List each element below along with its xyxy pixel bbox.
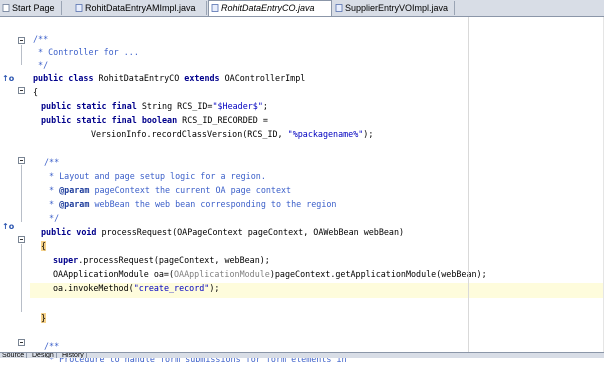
code-line: VersionInfo.recordClassVersion(RCS_ID, "… [91,127,373,142]
code-text: OAControllerImpl [219,73,306,83]
fold-guide [21,165,22,222]
code-text: OAApplicationModule oa=( [53,269,175,279]
code-text: )pageContext.getApplicationModule(webBea… [269,269,487,279]
tab-label: SupplierEntryVOImpl.java [345,3,449,13]
tab-rohitdataentryco[interactable]: RohitDataEntryCO.java [208,0,332,16]
comment-text: * [44,199,60,209]
fold-guide [21,45,22,65]
code-line: public static final boolean RCS_ID_RECOR… [41,113,268,128]
code-area[interactable]: /** * Controller for ... */ public class… [30,17,604,364]
java-file-icon [75,4,83,12]
page-icon [2,4,10,12]
java-file-icon [335,4,343,12]
code-line: OAApplicationModule oa=(OAApplicationMod… [53,267,487,282]
tab-source[interactable]: Source [0,353,28,358]
string-literal: "%packagename%" [287,129,364,139]
code-line: } [41,311,47,326]
java-file-icon [211,4,219,12]
matched-brace: } [41,313,47,323]
code-line: * @param webBean the web bean correspond… [44,197,336,212]
code-line: public class RohitDataEntryCO extends OA… [33,71,305,86]
fold-guide [21,244,22,312]
code-line: * Layout and page setup logic for a regi… [44,171,266,181]
tab-history[interactable]: History [60,353,87,358]
code-line: public static final String RCS_ID="$Head… [41,99,268,114]
tab-start-page[interactable]: Start Page [0,1,62,15]
editor-tab-bar: Start Page RohitDataEntryAMImpl.java Roh… [0,0,604,17]
code-line: { [41,239,47,254]
code-text: RCS_ID_RECORDED = [177,115,268,125]
fold-toggle-icon[interactable] [18,37,25,44]
code-text: String RCS_ID= [136,101,213,111]
code-editor[interactable]: ↑o ↑o /** * Controller for ... */ public… [0,17,604,364]
comment-text: pageContext the current OA page context [89,185,292,195]
code-line: { [33,87,39,97]
fold-toggle-icon[interactable] [18,236,25,243]
keyword: super [53,255,79,265]
keyword: public class [33,73,94,83]
javadoc-tag: @param [59,199,90,209]
editor-gutter: ↑o ↑o [0,17,30,352]
code-text: ; [262,101,268,111]
code-line: super.processRequest(pageContext, webBea… [53,253,270,268]
editor-mode-tabs: Source Design History [0,352,604,358]
tab-design[interactable]: Design [30,353,57,358]
fold-toggle-icon[interactable] [18,339,25,346]
matched-brace: { [41,241,47,251]
comment-text: * [44,185,60,195]
string-literal: "create_record" [133,283,210,293]
tab-label: RohitDataEntryAMImpl.java [85,3,196,13]
keyword: public static final boolean [41,115,178,125]
string-literal: "$Header$" [212,101,263,111]
tab-supplierentryvoimpl[interactable]: SupplierEntryVOImpl.java [333,1,455,15]
right-margin-guide [468,17,469,352]
code-line: oa.invokeMethod("create_record"); [53,281,219,296]
fold-toggle-icon[interactable] [18,87,25,94]
javadoc-tag: @param [59,185,90,195]
code-text: VersionInfo.recordClassVersion(RCS_ID, [91,129,288,139]
override-marker-icon[interactable]: ↑o [2,74,14,84]
code-line: * @param pageContext the current OA page… [44,183,291,198]
code-line: */ [44,213,60,223]
code-text: processRequest(OAPageContext pageContext… [96,227,405,237]
code-text: .processRequest(pageContext, webBean); [78,255,270,265]
fold-toggle-icon[interactable] [18,157,25,164]
comment-text: webBean the web bean corresponding to th… [89,199,337,209]
override-marker-icon[interactable]: ↑o [2,222,14,232]
cast-type: OAApplicationModule [174,269,270,279]
code-line: * Controller for ... [33,47,139,57]
tab-label: Start Page [12,3,55,13]
keyword: extends [184,73,220,83]
code-text: RohitDataEntryCO [93,73,185,83]
keyword: public static final [41,101,137,111]
code-text: ); [363,129,374,139]
code-line: public void processRequest(OAPageContext… [41,225,404,240]
tab-label: RohitDataEntryCO.java [221,3,315,13]
code-text: ); [209,283,220,293]
tab-rohitdataentryamimpl[interactable]: RohitDataEntryAMImpl.java [73,1,207,15]
keyword: public void [41,227,97,237]
code-line: /** [44,157,60,167]
code-text: oa.invokeMethod( [53,283,134,293]
